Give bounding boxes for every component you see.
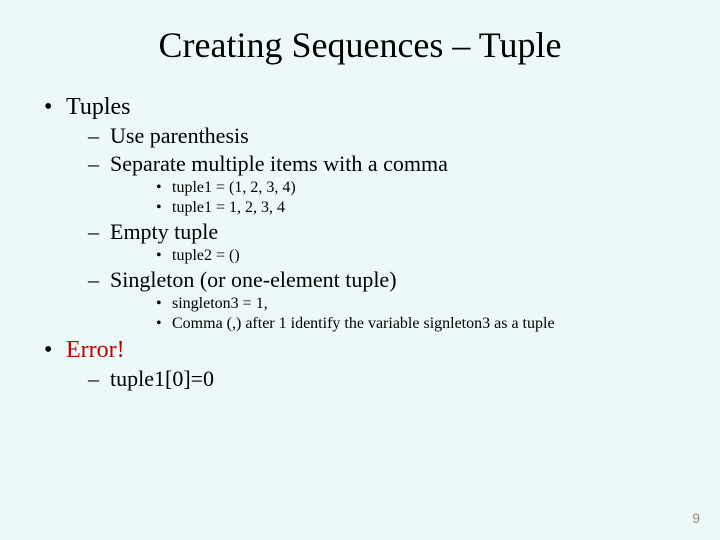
bullet-error: Error! tuple1[0]=0 [40,337,680,392]
example-empty-tuple: tuple2 = () [110,247,680,265]
bullet-tuples: Tuples Use parenthesis Separate multiple… [40,94,680,333]
bullet-list-level3-singleton: singleton3 = 1, Comma (,) after 1 identi… [110,295,680,333]
bullet-separate-comma: Separate multiple items with a comma tup… [66,151,680,217]
bullet-singleton: Singleton (or one-element tuple) singlet… [66,267,680,333]
bullet-empty-tuple: Empty tuple tuple2 = () [66,219,680,265]
example-error-line: tuple1[0]=0 [66,366,680,392]
bullet-error-label: Error! [66,337,125,363]
bullet-use-parenthesis: Use parenthesis [66,123,680,149]
slide-title: Creating Sequences – Tuple [40,24,680,66]
bullet-list-level3: tuple1 = (1, 2, 3, 4) tuple1 = 1, 2, 3, … [110,179,680,217]
bullet-list-level1: Tuples Use parenthesis Separate multiple… [40,94,680,392]
bullet-tuples-label: Tuples [66,94,130,120]
bullet-list-level2: Use parenthesis Separate multiple items … [66,123,680,333]
example-singleton-note: Comma (,) after 1 identify the variable … [110,315,680,333]
bullet-singleton-label: Singleton (or one-element tuple) [110,267,397,292]
bullet-empty-tuple-label: Empty tuple [110,219,218,244]
bullet-separate-comma-label: Separate multiple items with a comma [110,151,448,176]
bullet-list-level2-error: tuple1[0]=0 [66,366,680,392]
bullet-list-level3-empty: tuple2 = () [110,247,680,265]
example-singleton: singleton3 = 1, [110,295,680,313]
example-tuple1-noparen: tuple1 = 1, 2, 3, 4 [110,199,680,217]
slide: Creating Sequences – Tuple Tuples Use pa… [0,0,720,540]
page-number: 9 [692,510,700,526]
example-tuple1-paren: tuple1 = (1, 2, 3, 4) [110,179,680,197]
